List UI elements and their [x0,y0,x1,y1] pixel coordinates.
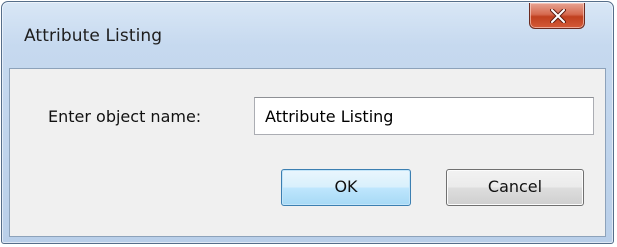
ok-button[interactable]: OK [281,169,411,206]
cancel-button[interactable]: Cancel [446,169,584,206]
dialog-window: Attribute Listing Enter object name: OK … [1,1,614,244]
dialog-body: Enter object name: OK Cancel [9,68,606,237]
close-button[interactable] [529,3,585,29]
object-name-label: Enter object name: [48,107,202,126]
object-name-input[interactable] [254,97,594,135]
window-title: Attribute Listing [24,26,163,46]
close-icon [550,9,566,23]
